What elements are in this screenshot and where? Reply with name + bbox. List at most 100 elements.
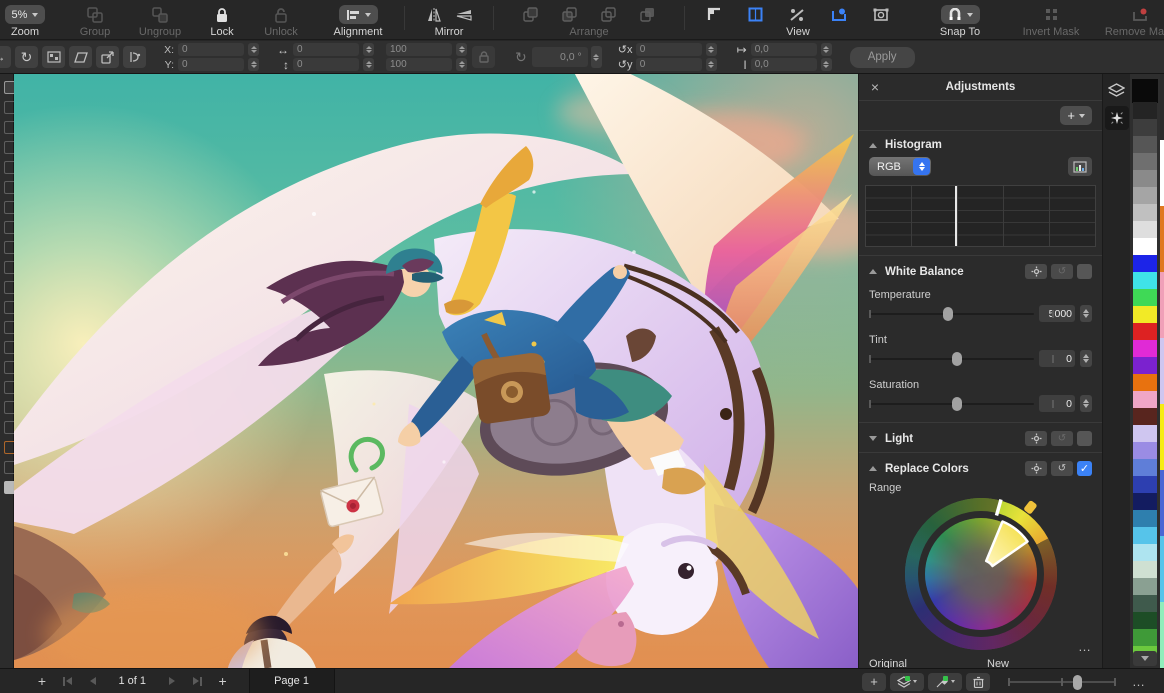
x-stepper[interactable]	[248, 43, 259, 56]
unlock-button[interactable]: Unlock	[250, 0, 312, 38]
skew-y-stepper[interactable]	[706, 58, 717, 71]
send-to-back-icon[interactable]	[640, 7, 655, 22]
first-page-button[interactable]	[63, 677, 72, 686]
tool[interactable]	[4, 101, 14, 114]
y-stepper[interactable]	[248, 58, 259, 71]
palette-swatch[interactable]	[1133, 136, 1157, 153]
offset-y-input[interactable]: 0,0	[751, 58, 817, 71]
palette-swatch[interactable]	[1133, 272, 1157, 289]
add-adjustment-layer-button[interactable]	[890, 673, 924, 691]
bring-to-front-icon[interactable]	[523, 7, 538, 22]
lock-button[interactable]: Lock	[194, 0, 250, 38]
reset-icon[interactable]: ↺	[1051, 264, 1073, 279]
guides-corner-icon[interactable]	[707, 7, 722, 22]
tool[interactable]	[4, 241, 14, 254]
tool[interactable]	[4, 381, 14, 394]
skew-x-input[interactable]: 0	[636, 43, 702, 56]
palette-swatch[interactable]	[1133, 544, 1157, 561]
page-tab[interactable]: Page 1	[249, 669, 335, 693]
selected-range-wedge[interactable]	[986, 522, 1027, 567]
palette-swatch[interactable]	[1133, 170, 1157, 187]
range-width-slider[interactable]	[1008, 673, 1116, 691]
replace-colors-section-header[interactable]: Replace Colors ↺ ✓	[859, 453, 1102, 482]
y-input[interactable]: 0	[178, 58, 244, 71]
slider-thumb[interactable]	[952, 397, 962, 411]
color-well[interactable]	[4, 481, 14, 494]
palette-swatch[interactable]	[1133, 187, 1157, 204]
tool[interactable]	[4, 341, 14, 354]
tint-slider[interactable]	[869, 352, 1034, 366]
tool[interactable]	[4, 461, 14, 474]
palette-swatch[interactable]	[1133, 204, 1157, 221]
palette-swatch[interactable]	[1133, 391, 1157, 408]
scale-x-input[interactable]: 100	[386, 43, 452, 56]
tool-selected[interactable]	[4, 81, 14, 94]
palette-swatch[interactable]	[1133, 612, 1157, 629]
palette-swatch[interactable]	[1133, 476, 1157, 493]
mirror-vertical-icon[interactable]	[456, 8, 472, 22]
remove-mask-button[interactable]: Remove Mask	[1093, 0, 1164, 38]
palette-swatch[interactable]	[1133, 289, 1157, 306]
offset-x-stepper[interactable]	[821, 43, 832, 56]
palette-swatch[interactable]	[1133, 629, 1157, 646]
replace-colors-checkbox[interactable]: ✓	[1077, 461, 1092, 476]
rotation-input[interactable]: 0,0 °	[532, 47, 588, 67]
palette-swatch[interactable]	[1133, 340, 1157, 357]
reset-icon[interactable]: ↺	[1051, 461, 1073, 476]
saturation-input[interactable]: 0	[1039, 395, 1075, 412]
gear-icon[interactable]	[1025, 264, 1047, 279]
palette-swatch[interactable]	[1133, 119, 1157, 136]
tool[interactable]	[4, 201, 14, 214]
tool[interactable]	[4, 161, 14, 174]
tint-input[interactable]: 0	[1039, 350, 1075, 367]
height-stepper[interactable]	[363, 58, 374, 71]
light-section-header[interactable]: Light ↺	[859, 423, 1102, 452]
x-input[interactable]: 0	[178, 43, 244, 56]
tool[interactable]	[4, 281, 14, 294]
add-replace-color-button[interactable]: +	[862, 673, 886, 691]
histogram-section-header[interactable]: Histogram	[859, 131, 1102, 157]
sample-color-button[interactable]	[928, 673, 962, 691]
close-icon[interactable]: ×	[867, 79, 883, 95]
group-button[interactable]: Group	[64, 0, 126, 38]
layers-panel-button[interactable]	[1105, 78, 1129, 102]
tool[interactable]	[4, 221, 14, 234]
saturation-stepper[interactable]	[1080, 395, 1092, 412]
tool[interactable]	[4, 141, 14, 154]
anchor-points-button[interactable]	[42, 46, 65, 68]
mirror-horizontal-icon[interactable]	[426, 8, 442, 22]
adjustments-panel-button[interactable]	[1105, 106, 1129, 130]
palette-swatch[interactable]	[1133, 357, 1157, 374]
skew-button[interactable]	[69, 46, 92, 68]
width-stepper[interactable]	[363, 43, 374, 56]
palette-swatch[interactable]	[1133, 102, 1157, 119]
tool[interactable]	[4, 421, 14, 434]
more-options-icon[interactable]: …	[1078, 639, 1092, 654]
light-checkbox[interactable]	[1077, 431, 1092, 446]
palette-scroll-down-button[interactable]	[1133, 651, 1157, 666]
palette-swatch[interactable]	[1133, 595, 1157, 612]
slider-thumb[interactable]	[943, 307, 953, 321]
scale-x-stepper[interactable]	[456, 43, 467, 56]
palette-swatch[interactable]	[1133, 510, 1157, 527]
flip-copy-button[interactable]	[123, 46, 146, 68]
invert-mask-button[interactable]: Invert Mask	[1009, 0, 1093, 38]
transform-preview-icon[interactable]	[873, 8, 890, 22]
footer-more-icon[interactable]: …	[1132, 674, 1146, 689]
color-wheel[interactable]	[905, 498, 1057, 650]
tool[interactable]	[4, 261, 14, 274]
scale-y-stepper[interactable]	[456, 58, 467, 71]
alignment-dropdown[interactable]	[339, 5, 378, 24]
slider-thumb[interactable]	[1073, 675, 1082, 690]
apply-button[interactable]: Apply	[850, 47, 915, 68]
white-balance-section-header[interactable]: White Balance ↺	[859, 256, 1102, 285]
skew-x-stepper[interactable]	[706, 43, 717, 56]
palette-swatch[interactable]	[1133, 425, 1157, 442]
channel-select[interactable]: RGB	[869, 157, 931, 176]
height-input[interactable]: 0	[293, 58, 359, 71]
last-page-button[interactable]	[193, 677, 202, 686]
zoom-dropdown[interactable]: 5%	[5, 5, 46, 24]
gear-icon[interactable]	[1025, 461, 1047, 476]
scale-y-input[interactable]: 100	[386, 58, 452, 71]
range-handle[interactable]	[1023, 500, 1037, 515]
